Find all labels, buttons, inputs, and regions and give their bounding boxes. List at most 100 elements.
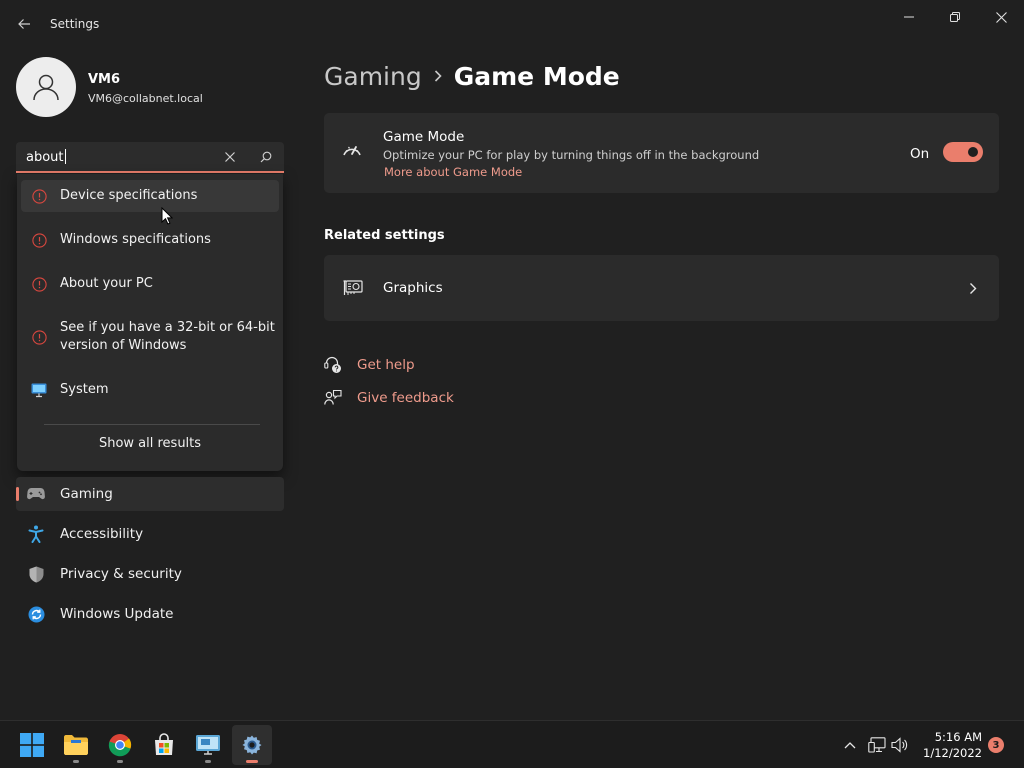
gear-icon xyxy=(242,735,262,755)
taskbar-chrome[interactable] xyxy=(100,725,140,765)
chrome-icon xyxy=(108,734,132,757)
notification-badge[interactable]: 3 xyxy=(988,737,1004,753)
help-chat-icon xyxy=(324,356,342,374)
search-result-label: System xyxy=(60,382,109,397)
search-result-32-or-64-bit[interactable]: See if you have a 32-bit or 64-bit versi… xyxy=(21,312,279,362)
breadcrumb-parent[interactable]: Gaming xyxy=(324,62,422,91)
get-help-label: Get help xyxy=(357,357,415,373)
running-indicator xyxy=(117,760,123,763)
game-mode-toggle[interactable] xyxy=(943,142,983,162)
game-mode-card: Game Mode Optimize your PC for play by t… xyxy=(324,113,999,193)
network-button[interactable] xyxy=(867,735,887,755)
folder-icon xyxy=(64,735,88,755)
game-mode-title: Game Mode xyxy=(383,129,465,145)
search-result-about-your-pc[interactable]: About your PC xyxy=(21,268,279,300)
sidebar-item-label: Windows Update xyxy=(60,606,174,622)
clock[interactable]: 5:16 AM 1/12/2022 xyxy=(918,729,982,761)
volume-button[interactable] xyxy=(890,735,910,755)
title-bar: Settings xyxy=(0,0,1024,48)
search-input[interactable]: about xyxy=(26,149,66,165)
chevron-right-icon xyxy=(434,70,442,82)
toggle-knob xyxy=(968,147,978,157)
related-settings-heading: Related settings xyxy=(324,228,445,243)
page-title: Game Mode xyxy=(453,61,620,91)
close-button[interactable] xyxy=(978,6,1024,28)
get-help-link[interactable]: Get help xyxy=(324,356,415,374)
start-button[interactable] xyxy=(12,725,52,765)
search-icon xyxy=(260,151,272,163)
sidebar-item-gaming[interactable]: Gaming xyxy=(16,477,284,511)
taskbar-file-explorer[interactable] xyxy=(56,725,96,765)
search-text: about xyxy=(26,150,64,165)
network-icon xyxy=(868,737,886,753)
sidebar-item-accessibility[interactable]: Accessibility xyxy=(16,517,284,551)
sidebar-item-label: Accessibility xyxy=(60,526,144,542)
give-feedback-link[interactable]: Give feedback xyxy=(324,389,454,407)
give-feedback-label: Give feedback xyxy=(357,390,454,406)
search-result-label: Device specifications xyxy=(60,188,198,203)
running-indicator xyxy=(205,760,211,763)
search-box[interactable]: about xyxy=(16,142,284,173)
clock-date: 1/12/2022 xyxy=(923,746,982,760)
graphics-label: Graphics xyxy=(383,280,443,296)
taskbar-remote-desktop[interactable] xyxy=(188,725,228,765)
game-mode-description: Optimize your PC for play by turning thi… xyxy=(383,148,760,162)
minimize-button[interactable] xyxy=(886,6,932,28)
clock-time: 5:16 AM xyxy=(934,730,982,744)
sidebar-item-label: Privacy & security xyxy=(60,566,182,582)
text-caret xyxy=(64,149,66,164)
search-button[interactable] xyxy=(258,149,274,165)
show-hidden-icons-button[interactable] xyxy=(840,735,860,755)
restore-button[interactable] xyxy=(932,6,978,28)
user-name: VM6 xyxy=(88,72,121,87)
clear-search-button[interactable] xyxy=(222,149,238,165)
more-about-game-mode-link[interactable]: More about Game Mode xyxy=(384,165,522,179)
window-title: Settings xyxy=(50,17,100,31)
windows-logo-icon xyxy=(20,733,44,757)
breadcrumb: Gaming Game Mode xyxy=(324,58,620,94)
gamepad-icon xyxy=(27,485,45,503)
search-results-dropdown: Device specifications Windows specificat… xyxy=(17,174,283,471)
active-indicator xyxy=(246,760,258,763)
show-all-results-button[interactable]: Show all results xyxy=(17,436,283,451)
sidebar-item-privacy-security[interactable]: Privacy & security xyxy=(16,557,284,591)
graphics-card-icon xyxy=(343,279,363,301)
search-result-device-specifications[interactable]: Device specifications xyxy=(21,180,279,212)
info-icon xyxy=(31,329,47,345)
search-result-windows-specifications[interactable]: Windows specifications xyxy=(21,224,279,256)
taskbar-microsoft-store[interactable] xyxy=(144,725,184,765)
store-icon xyxy=(155,733,173,755)
info-icon xyxy=(31,188,47,204)
chevron-up-icon xyxy=(844,742,856,749)
info-icon xyxy=(31,276,47,292)
update-icon xyxy=(27,605,45,623)
graphics-setting-card[interactable]: Graphics xyxy=(324,255,999,321)
info-icon xyxy=(31,232,47,248)
chevron-right-icon xyxy=(969,280,977,299)
feedback-icon xyxy=(324,389,342,407)
sidebar-item-windows-update[interactable]: Windows Update xyxy=(16,597,284,631)
accessibility-icon xyxy=(27,525,45,543)
avatar[interactable] xyxy=(16,57,76,117)
selected-indicator xyxy=(16,487,19,501)
taskbar-settings[interactable] xyxy=(232,725,272,765)
back-arrow-icon xyxy=(18,19,30,29)
clear-icon xyxy=(225,152,235,162)
toggle-state-label: On xyxy=(910,146,930,162)
shield-icon xyxy=(27,565,45,583)
user-email: VM6@collabnet.local xyxy=(88,92,203,105)
speedometer-icon xyxy=(342,142,362,162)
restore-icon xyxy=(950,12,960,22)
back-button[interactable] xyxy=(12,12,36,36)
user-icon xyxy=(33,74,59,101)
mouse-cursor xyxy=(161,206,174,229)
taskbar: 5:16 AM 1/12/2022 3 xyxy=(0,720,1024,768)
search-result-label: About your PC xyxy=(60,276,153,291)
running-indicator xyxy=(73,760,79,763)
remote-desktop-icon xyxy=(196,735,220,755)
minimize-icon xyxy=(904,16,914,18)
dropdown-divider xyxy=(44,424,260,425)
search-result-system[interactable]: System xyxy=(21,374,279,406)
monitor-icon xyxy=(31,382,47,398)
speaker-icon xyxy=(891,737,908,753)
